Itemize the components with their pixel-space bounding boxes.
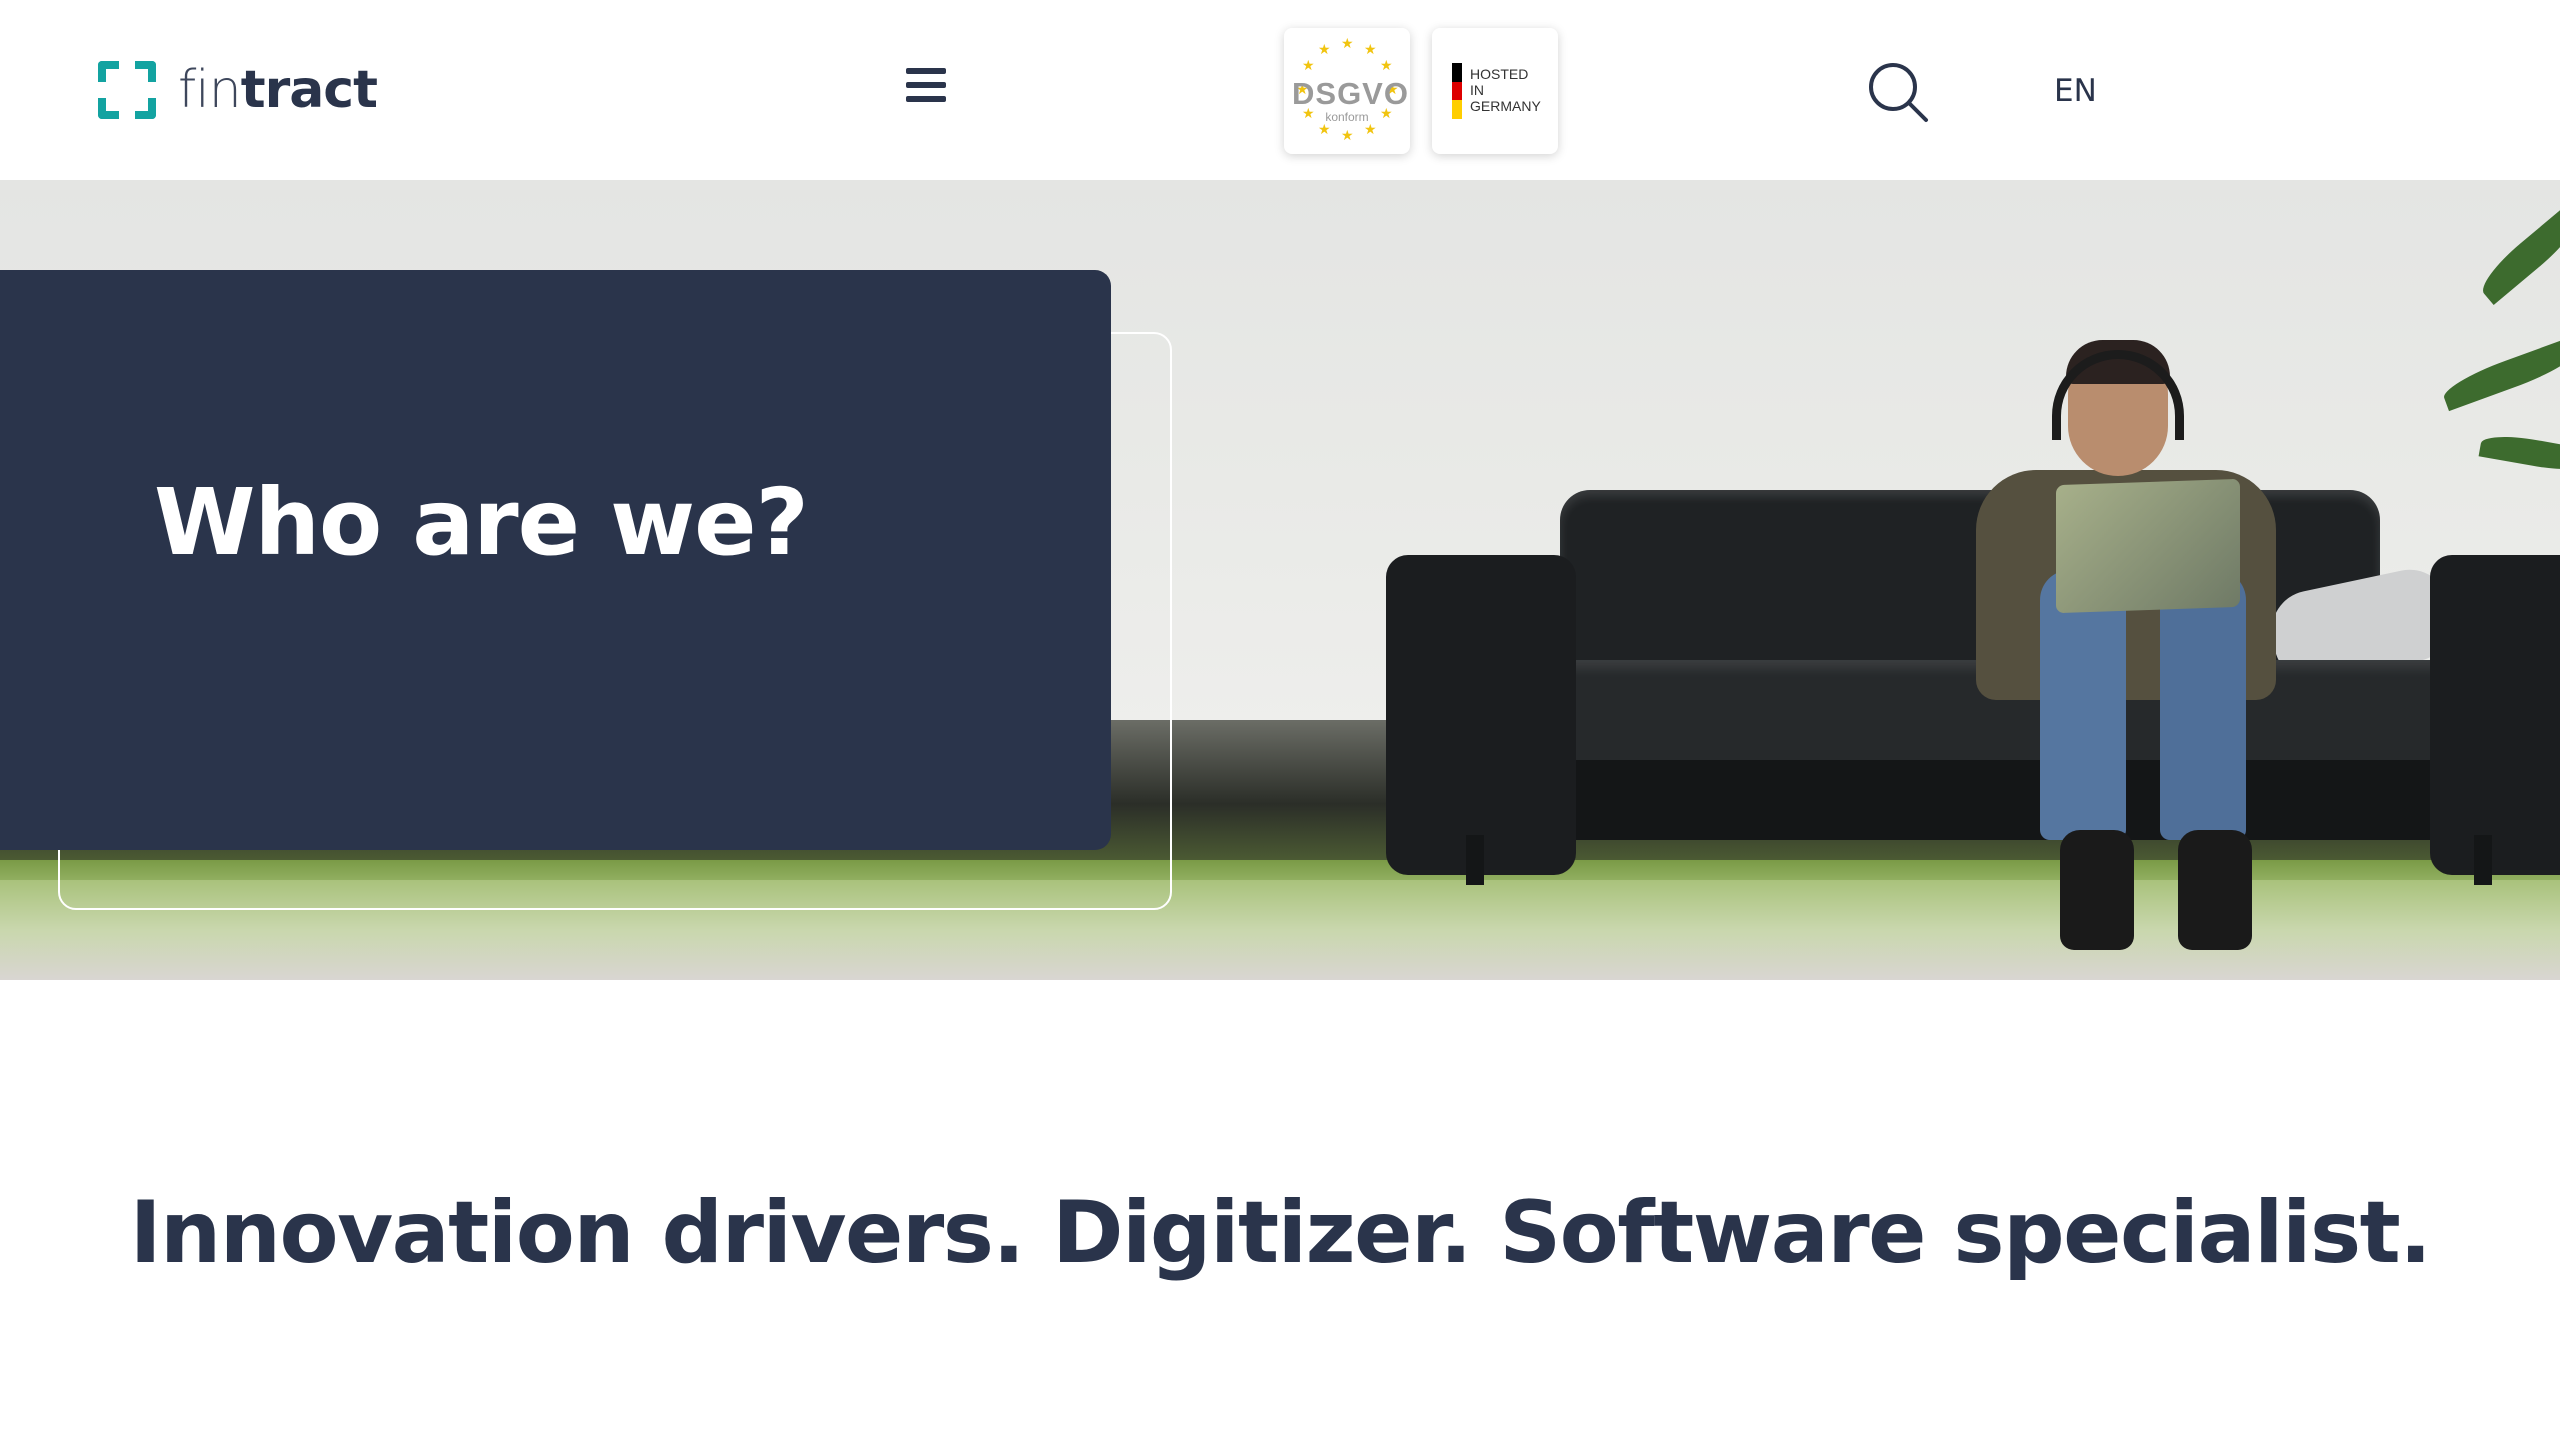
language-switcher[interactable]: EN — [2054, 73, 2097, 109]
person-shoe-right — [2178, 830, 2252, 950]
sofa-seat — [1440, 660, 2500, 770]
logo-mark-icon — [98, 61, 156, 119]
site-header: fintract ★ ★ ★ ★ ★ ★ ★ ★ ★ ★ ★ ★ DSGVO k… — [0, 0, 2560, 180]
german-flag-icon — [1452, 63, 1462, 119]
tagline-heading: Innovation drivers. Digitizer. Software … — [129, 1183, 2432, 1283]
person-shoe-left — [2060, 830, 2134, 950]
hero-title: Who are we? — [154, 469, 809, 576]
hosted-line: IN — [1470, 82, 1484, 98]
sofa-armrest-right — [2430, 555, 2560, 875]
dsgvo-sub-label: konform — [1325, 110, 1369, 124]
hosted-label: HOSTED IN GERMANY — [1470, 66, 1554, 114]
person-leg-right — [2160, 570, 2246, 840]
fintract-logo[interactable]: fintract — [98, 60, 378, 120]
hero-section: Who are we? — [0, 180, 2560, 980]
logo-wordmark: fintract — [178, 64, 378, 116]
search-icon — [1869, 63, 1928, 122]
eu-stars-icon: ★ ★ ★ ★ ★ ★ ★ ★ ★ ★ ★ ★ DSGVO konform — [1292, 36, 1409, 144]
dsgvo-badge: ★ ★ ★ ★ ★ ★ ★ ★ ★ ★ ★ ★ DSGVO konform — [1284, 28, 1410, 154]
logo-text-bold: tract — [240, 60, 378, 120]
laptop — [2056, 478, 2240, 614]
dsgvo-label: DSGVO — [1292, 76, 1409, 111]
logo-text-light: fin — [178, 60, 242, 120]
sofa-leg — [1466, 835, 1484, 885]
sofa-armrest-left — [1386, 555, 1576, 875]
hosted-line: GERMANY — [1470, 98, 1541, 114]
hosted-line: HOSTED — [1470, 66, 1529, 82]
hosted-in-germany-badge: HOSTED IN GERMANY — [1432, 28, 1558, 154]
sofa-leg — [2474, 835, 2492, 885]
search-button[interactable] — [1866, 60, 1930, 124]
hamburger-menu-button[interactable] — [903, 68, 949, 110]
